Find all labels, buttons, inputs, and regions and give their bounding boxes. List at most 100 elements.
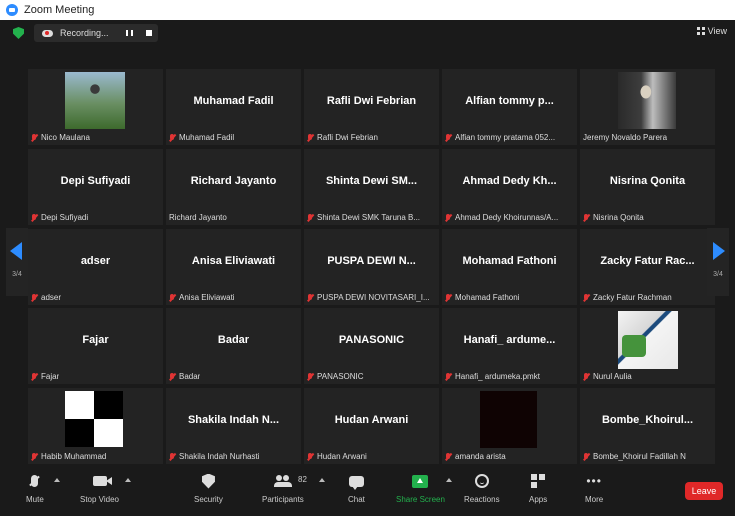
participants-options-caret[interactable] bbox=[319, 478, 325, 482]
participant-name-label: Anisa Eliviawati bbox=[169, 293, 235, 302]
participant-tile[interactable]: Jeremy Novaldo Parera bbox=[580, 69, 715, 145]
participant-tile[interactable]: Hudan Arwani Hudan Arwani bbox=[304, 388, 439, 464]
participant-display-name: Hudan Arwani bbox=[334, 414, 409, 426]
participant-tile[interactable]: Anisa Eliviawati Anisa Eliviawati bbox=[166, 229, 301, 305]
audio-options-caret[interactable] bbox=[54, 478, 60, 482]
chat-button[interactable]: Chat bbox=[348, 472, 365, 504]
participant-name-label: Fajar bbox=[31, 372, 59, 381]
gallery-view: Bombe_Khoirul... Bombe_Khoirul Fadillah N… bbox=[0, 46, 735, 468]
participant-display-name: Mohamad Fathoni bbox=[462, 255, 557, 267]
participant-tile[interactable]: Richard Jayanto Richard Jayanto bbox=[166, 149, 301, 225]
stop-icon[interactable] bbox=[146, 30, 152, 36]
participant-tile[interactable]: Fajar Fajar bbox=[28, 308, 163, 384]
mic-muted-icon bbox=[169, 372, 175, 381]
mic-muted-icon bbox=[445, 293, 451, 302]
participant-tile[interactable]: Ahmad Dedy Kh... Ahmad Dedy Khoirunnas/A.… bbox=[442, 149, 577, 225]
reactions-icon bbox=[474, 474, 489, 488]
share-options-caret[interactable] bbox=[446, 478, 452, 482]
participant-label-text: Muhamad Fadil bbox=[179, 133, 235, 142]
participant-display-name: Nisrina Qonita bbox=[609, 175, 686, 187]
security-button[interactable]: Security bbox=[194, 472, 223, 504]
mute-button[interactable]: Mute bbox=[26, 472, 44, 504]
participant-display-name: Zacky Fatur Rac... bbox=[600, 255, 695, 267]
more-label: More bbox=[585, 495, 604, 504]
participant-tile[interactable]: Muhamad Fadil Muhamad Fadil bbox=[166, 69, 301, 145]
participant-label-text: Nurul Aulia bbox=[593, 372, 632, 381]
participant-label-text: Fajar bbox=[41, 372, 60, 381]
participant-tile[interactable]: Nurul Aulia bbox=[580, 308, 715, 384]
stop-video-button[interactable]: Stop Video bbox=[80, 472, 119, 504]
participant-label-text: Depi Sufiyadi bbox=[41, 213, 89, 222]
share-screen-button[interactable]: Share Screen bbox=[396, 472, 445, 504]
participant-display-name: Depi Sufiyadi bbox=[60, 175, 131, 187]
participant-name-label: Nurul Aulia bbox=[583, 372, 632, 381]
mic-muted-icon bbox=[169, 452, 175, 461]
participant-display-name: Muhamad Fadil bbox=[193, 95, 274, 107]
mic-muted-icon bbox=[169, 293, 175, 302]
reactions-button[interactable]: Reactions bbox=[464, 472, 500, 504]
participant-display-name: Ahmad Dedy Kh... bbox=[462, 175, 557, 187]
participant-label-text: Richard Jayanto bbox=[169, 213, 227, 222]
participant-label-text: Shinta Dewi SMK Taruna B... bbox=[317, 213, 421, 222]
participant-tile[interactable]: Badar Badar bbox=[166, 308, 301, 384]
more-button[interactable]: ••• More bbox=[585, 472, 603, 504]
window-title: Zoom Meeting bbox=[24, 4, 95, 16]
mic-muted-icon bbox=[307, 133, 313, 142]
participant-tile[interactable]: Zacky Fatur Rac... Zacky Fatur Rachman bbox=[580, 229, 715, 305]
next-page-button[interactable]: 3/4 bbox=[707, 228, 729, 296]
view-button[interactable]: View bbox=[696, 26, 727, 36]
mic-muted-icon bbox=[31, 293, 37, 302]
participant-tile[interactable]: PUSPA DEWI N... PUSPA DEWI NOVITASARI_I..… bbox=[304, 229, 439, 305]
pause-icon[interactable] bbox=[126, 30, 133, 36]
more-icon: ••• bbox=[586, 474, 602, 488]
participant-display-name: Hanafi_ ardume... bbox=[463, 334, 556, 346]
chat-bubble-icon bbox=[348, 475, 364, 490]
view-label: View bbox=[707, 26, 727, 36]
participant-display-name: Shinta Dewi SM... bbox=[325, 175, 418, 187]
participant-tile[interactable]: Shinta Dewi SM... Shinta Dewi SMK Taruna … bbox=[304, 149, 439, 225]
participant-display-name: PUSPA DEWI N... bbox=[327, 255, 416, 267]
apps-button[interactable]: Apps bbox=[529, 472, 547, 504]
participant-tile[interactable]: Shakila Indah N... Shakila Indah Nurhasti bbox=[166, 388, 301, 464]
participant-name-label: Jeremy Novaldo Parera bbox=[583, 133, 667, 142]
previous-page-button[interactable]: 3/4 bbox=[6, 228, 28, 296]
stop-video-label: Stop Video bbox=[80, 495, 119, 504]
participant-label-text: Habib Muhammad bbox=[41, 452, 107, 461]
participant-tile[interactable]: Alfian tommy p... Alfian tommy pratama 05… bbox=[442, 69, 577, 145]
encryption-shield-icon[interactable] bbox=[13, 27, 24, 39]
mic-muted-icon bbox=[583, 372, 589, 381]
participant-name-label: Zacky Fatur Rachman bbox=[583, 293, 672, 302]
participant-video bbox=[65, 72, 125, 129]
participant-tile[interactable]: amanda arista bbox=[442, 388, 577, 464]
leave-button[interactable]: Leave bbox=[685, 482, 723, 500]
participant-tile[interactable]: Nisrina Qonita Nisrina Qonita bbox=[580, 149, 715, 225]
participant-video bbox=[65, 391, 123, 447]
participant-display-name: Fajar bbox=[82, 334, 109, 346]
participant-name-label: Alfian tommy pratama 052... bbox=[445, 133, 555, 142]
participant-tile[interactable]: PANASONIC PANASONIC bbox=[304, 308, 439, 384]
chevron-right-icon bbox=[713, 242, 725, 260]
participant-tile[interactable]: Depi Sufiyadi Depi Sufiyadi bbox=[28, 149, 163, 225]
participant-label-text: Bombe_Khoirul Fadillah N bbox=[593, 452, 686, 461]
participant-name-label: Nisrina Qonita bbox=[583, 213, 644, 222]
participant-tile[interactable]: Nico Maulana bbox=[28, 69, 163, 145]
mic-muted-icon bbox=[445, 372, 451, 381]
participant-display-name: PANASONIC bbox=[338, 334, 405, 346]
participant-tile[interactable]: Hanafi_ ardume... Hanafi_ ardumeka.pmkt bbox=[442, 308, 577, 384]
meeting-topbar: Recording... View bbox=[0, 20, 735, 46]
participants-label: Participants bbox=[262, 495, 304, 504]
participant-tile[interactable]: Mohamad Fathoni Mohamad Fathoni bbox=[442, 229, 577, 305]
zoom-app-icon bbox=[6, 4, 18, 16]
mic-muted-icon bbox=[445, 452, 451, 461]
video-options-caret[interactable] bbox=[125, 478, 131, 482]
participant-label-text: Nisrina Qonita bbox=[593, 213, 644, 222]
participant-label-text: Shakila Indah Nurhasti bbox=[179, 452, 260, 461]
participant-tile[interactable]: adser adser bbox=[28, 229, 163, 305]
participant-tile[interactable]: Habib Muhammad bbox=[28, 388, 163, 464]
page-indicator-right: 3/4 bbox=[713, 271, 723, 278]
participant-name-label: amanda arista bbox=[445, 452, 506, 461]
page-indicator-left: 3/4 bbox=[12, 271, 22, 278]
participant-name-label: Habib Muhammad bbox=[31, 452, 106, 461]
participant-tile[interactable]: Bombe_Khoirul... Bombe_Khoirul Fadillah N bbox=[580, 388, 715, 464]
participant-tile[interactable]: Rafli Dwi Febrian Rafli Dwi Febrian bbox=[304, 69, 439, 145]
